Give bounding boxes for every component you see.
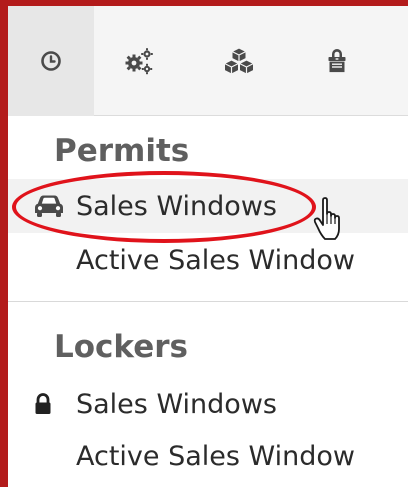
gears-icon xyxy=(124,47,154,75)
section-title-lockers: Lockers xyxy=(54,329,188,365)
toolbar-locker-button[interactable] xyxy=(294,6,380,116)
menu-item-lockers-sales-windows[interactable]: Sales Windows xyxy=(8,377,408,431)
window-frame-left xyxy=(0,0,8,487)
icon-toolbar xyxy=(8,6,408,116)
menu-item-label: Sales Windows xyxy=(76,388,277,420)
toolbar-gears-button[interactable] xyxy=(96,6,182,116)
section-divider xyxy=(8,301,408,302)
menu-item-permits-active-sales-window[interactable]: Active Sales Window xyxy=(8,233,408,287)
lock-icon xyxy=(34,393,52,415)
menu-item-label: Sales Windows xyxy=(76,190,277,222)
car-icon xyxy=(34,194,64,218)
section-title-permits: Permits xyxy=(54,133,190,169)
navigation-menu: Permits Sales Windows Active Sales Windo… xyxy=(8,117,408,487)
toolbar-cubes-button[interactable] xyxy=(196,6,282,116)
clock-icon xyxy=(40,50,62,72)
hand-cursor-icon xyxy=(312,197,348,247)
menu-item-label: Active Sales Window xyxy=(76,244,356,276)
locker-icon xyxy=(327,49,347,73)
menu-item-permits-sales-windows[interactable]: Sales Windows xyxy=(8,179,408,233)
menu-item-lockers-active-sales-window[interactable]: Active Sales Window xyxy=(8,429,408,483)
toolbar-clock-button[interactable] xyxy=(8,6,94,116)
menu-item-label: Active Sales Window xyxy=(76,440,356,472)
cubes-icon xyxy=(223,47,255,75)
navigation-panel: Permits Sales Windows Active Sales Windo… xyxy=(0,0,408,487)
